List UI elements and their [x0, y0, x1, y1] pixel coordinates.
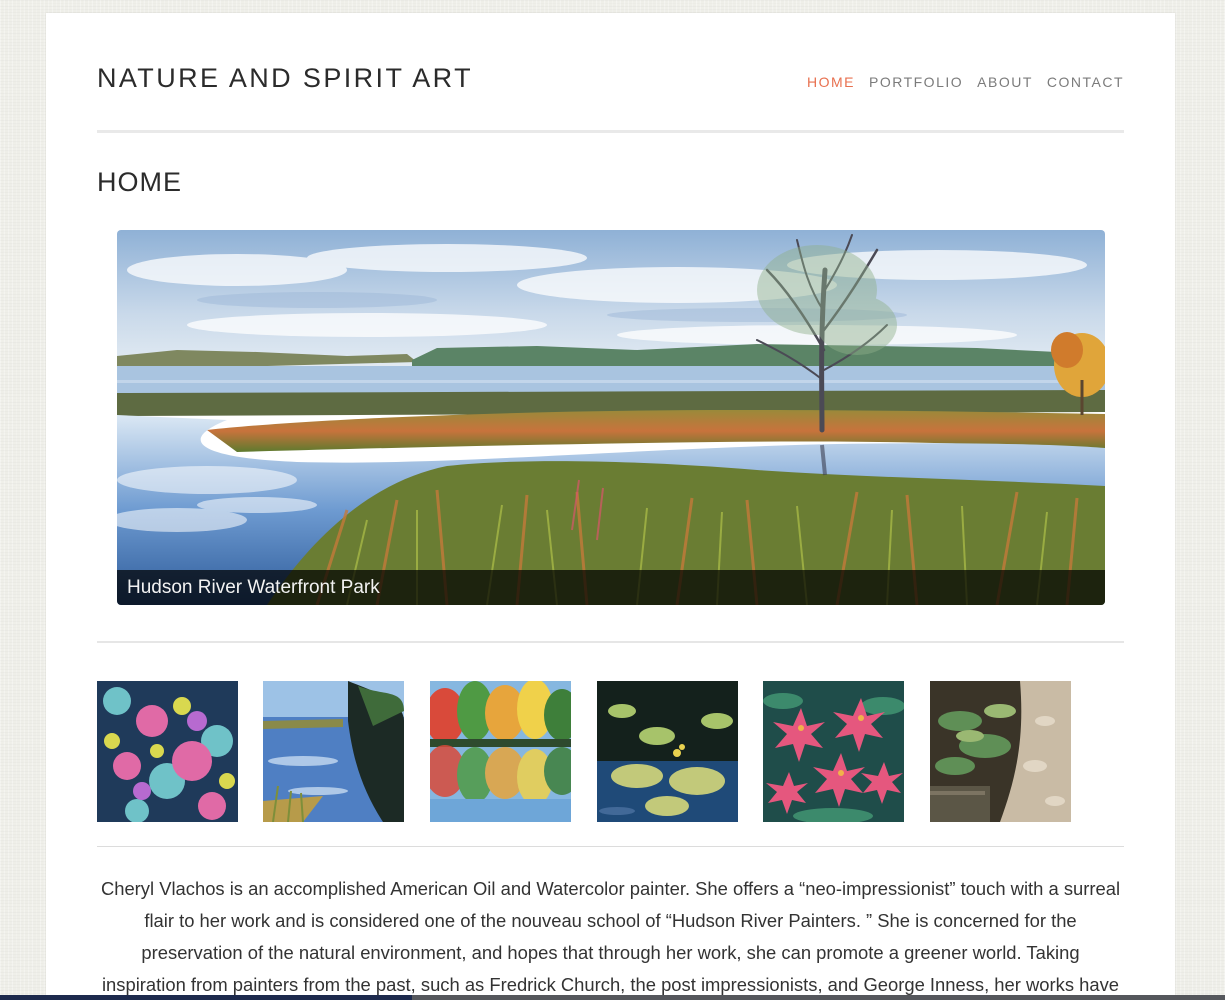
artist-bio: Cheryl Vlachos is an accomplished Americ… — [100, 878, 1121, 995]
slider-caption: Hudson River Waterfront Park — [127, 577, 380, 598]
slider-caption-bar: Hudson River Waterfront Park — [117, 570, 1105, 605]
slider-divider — [97, 641, 1124, 643]
nav-link-home[interactable]: HOME — [807, 73, 855, 91]
site-title[interactable]: NATURE AND SPIRIT ART — [97, 62, 473, 94]
thumbnail-pink-blue-foliage[interactable] — [97, 681, 238, 822]
page-container: NATURE AND SPIRIT ART HOME PORTFOLIO ABO… — [46, 13, 1175, 1000]
main-nav: HOME PORTFOLIO ABOUT CONTACT — [807, 73, 1124, 91]
nav-link-about[interactable]: ABOUT — [977, 73, 1033, 91]
gallery-divider — [97, 846, 1124, 847]
forest-path-plants-painting — [930, 681, 1071, 822]
thumbnail-river-trees[interactable] — [263, 681, 404, 822]
thumbnail-autumn-lake[interactable] — [430, 681, 571, 822]
nav-link-portfolio[interactable]: PORTFOLIO — [869, 73, 963, 91]
nav-item-portfolio: PORTFOLIO — [869, 73, 963, 91]
nav-item-about: ABOUT — [977, 73, 1033, 91]
page-title: HOME — [97, 167, 182, 197]
nav-item-contact: CONTACT — [1047, 73, 1124, 91]
site-header: NATURE AND SPIRIT ART HOME PORTFOLIO ABO… — [97, 13, 1124, 133]
river-trees-reflection-painting — [263, 681, 404, 822]
lily-pads-painting — [597, 681, 738, 822]
header-divider — [97, 130, 1124, 133]
hero-landscape-painting[interactable] — [117, 230, 1105, 605]
nav-link-contact[interactable]: CONTACT — [1047, 73, 1124, 91]
thumbnail-lily-pads[interactable] — [597, 681, 738, 822]
bottom-edge-strip-dark — [0, 995, 412, 1000]
hero-slider[interactable]: Hudson River Waterfront Park — [117, 230, 1105, 605]
bottom-edge-strip — [0, 995, 1225, 1000]
nav-item-home: HOME — [807, 73, 855, 91]
pink-lilies-painting — [763, 681, 904, 822]
thumbnail-forest-path[interactable] — [930, 681, 1071, 822]
thumbnail-pink-lilies[interactable] — [763, 681, 904, 822]
thumbnail-gallery — [97, 681, 1124, 823]
autumn-trees-lake-painting — [430, 681, 571, 822]
pink-blue-foliage-painting — [97, 681, 238, 822]
